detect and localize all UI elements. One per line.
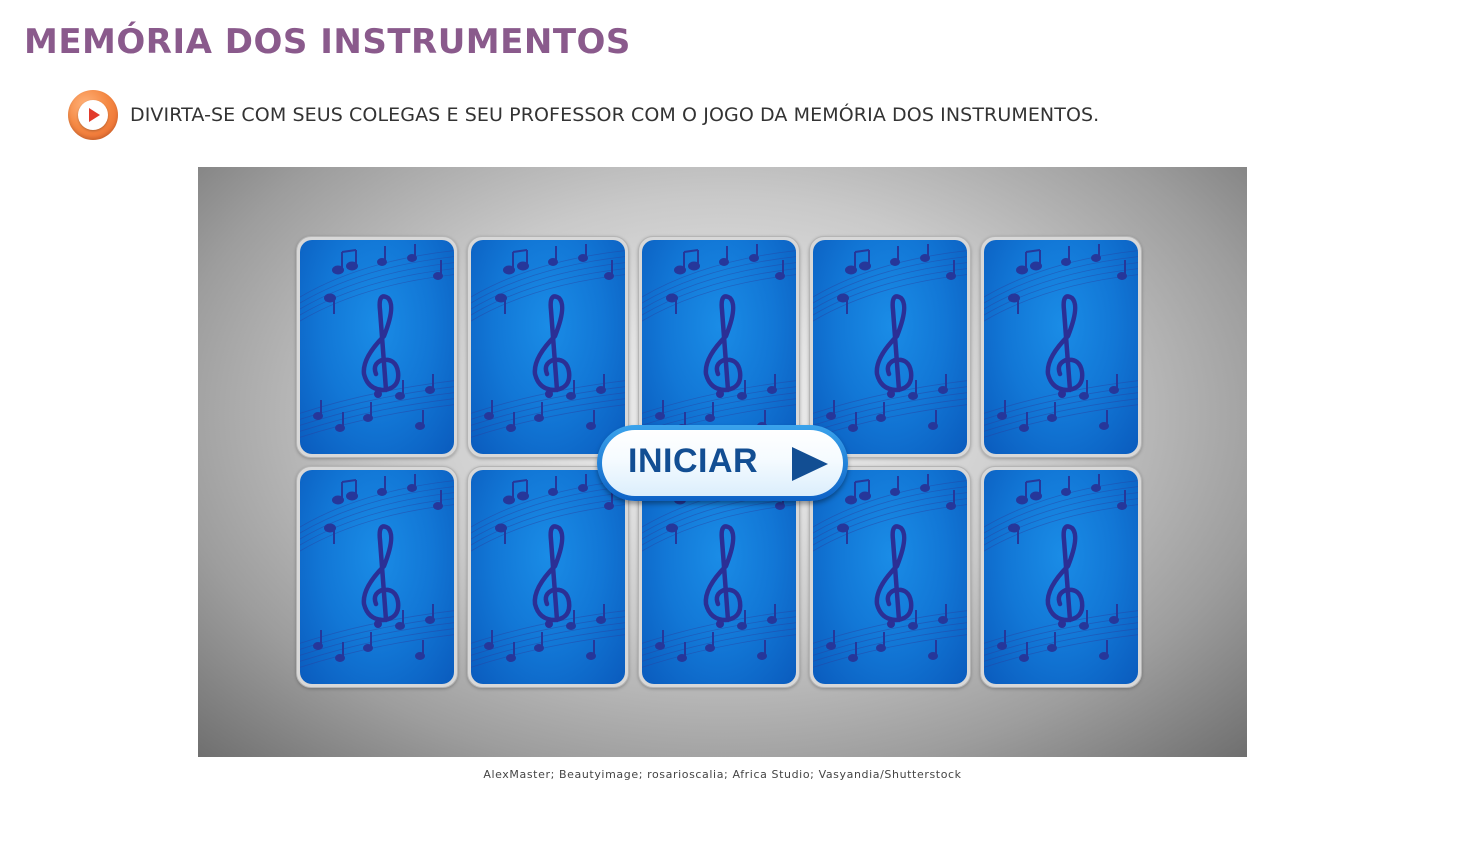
play-arrow-icon [792, 447, 828, 481]
memory-card[interactable] [980, 466, 1142, 688]
card-back-music-notes-icon [642, 240, 796, 454]
card-back-music-notes-icon [471, 470, 625, 684]
card-back-music-notes-icon [300, 240, 454, 454]
memory-card[interactable] [809, 466, 971, 688]
card-back-music-notes-icon [642, 470, 796, 684]
play-audio-button[interactable] [68, 90, 118, 140]
start-button[interactable]: INICIAR [597, 425, 848, 501]
card-back-music-notes-icon [471, 240, 625, 454]
play-audio-icon [78, 100, 108, 130]
memory-card[interactable] [980, 236, 1142, 458]
memory-card[interactable] [296, 466, 458, 688]
memory-card[interactable] [809, 236, 971, 458]
image-credits: AlexMaster; Beautyimage; rosarioscalia; … [483, 768, 962, 781]
start-button-label: INICIAR [628, 442, 759, 480]
card-back-music-notes-icon [300, 470, 454, 684]
card-back-music-notes-icon [813, 470, 967, 684]
card-back-music-notes-icon [984, 470, 1138, 684]
start-button-face: INICIAR [602, 430, 843, 496]
memory-card[interactable] [467, 236, 629, 458]
instruction-text: DIVIRTA-SE COM SEUS COLEGAS E SEU PROFES… [130, 104, 1100, 126]
card-back-music-notes-icon [984, 240, 1138, 454]
memory-card[interactable] [296, 236, 458, 458]
instruction: DIVIRTA-SE COM SEUS COLEGAS E SEU PROFES… [68, 90, 1099, 140]
memory-card[interactable] [467, 466, 629, 688]
page-title: MEMÓRIA DOS INSTRUMENTOS [24, 22, 631, 62]
game-board: INICIAR [198, 167, 1247, 757]
card-back-music-notes-icon [813, 240, 967, 454]
